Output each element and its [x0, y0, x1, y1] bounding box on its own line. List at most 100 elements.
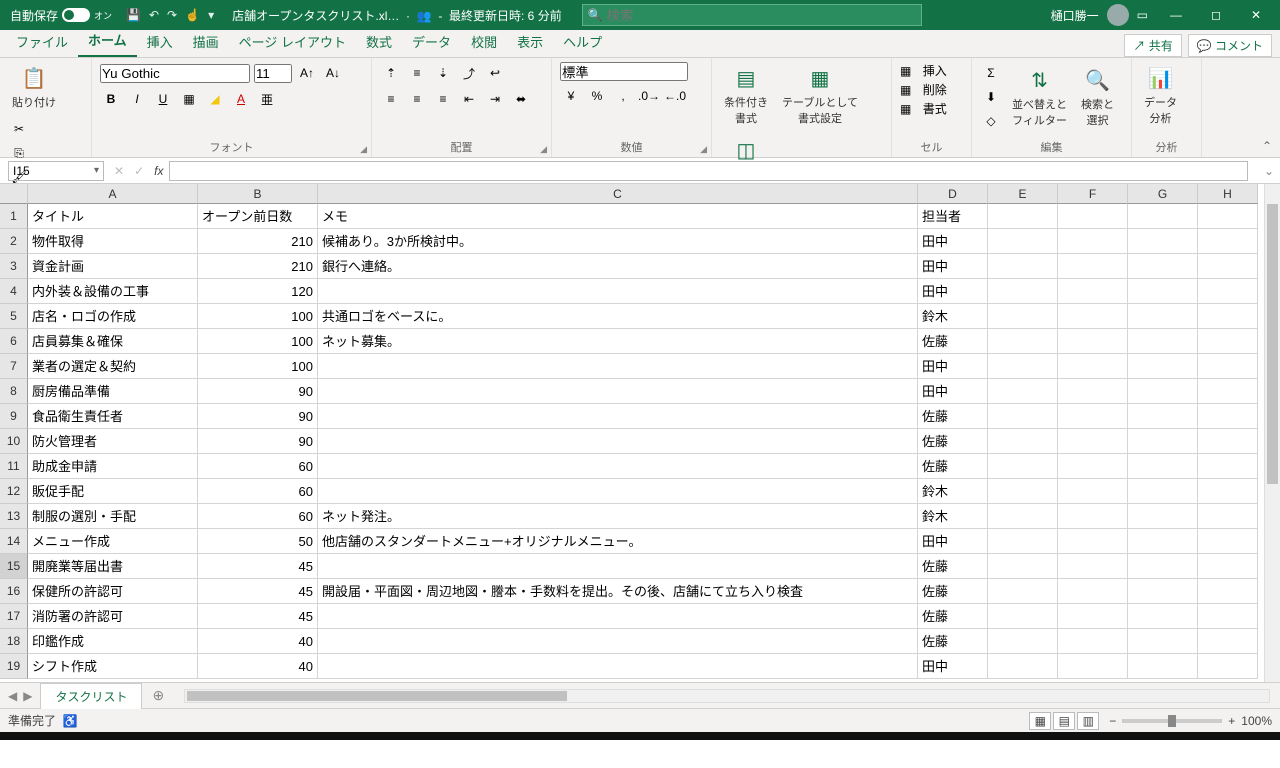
add-sheet-icon[interactable]: ⊕	[142, 687, 174, 704]
cell[interactable]	[1058, 604, 1128, 629]
autosum-icon[interactable]: Σ	[980, 62, 1002, 84]
format-as-table-button[interactable]: ▦テーブルとして 書式設定	[778, 62, 862, 128]
cell[interactable]	[1128, 529, 1198, 554]
cell[interactable]	[988, 254, 1058, 279]
page-break-view-icon[interactable]: ▥	[1077, 712, 1099, 730]
cell[interactable]	[1198, 204, 1258, 229]
cell[interactable]	[1128, 554, 1198, 579]
cell[interactable]	[1198, 379, 1258, 404]
col-header[interactable]: H	[1198, 184, 1258, 204]
cell[interactable]	[1058, 579, 1128, 604]
cell[interactable]	[1198, 479, 1258, 504]
undo-icon[interactable]: ↶	[149, 8, 159, 22]
cell[interactable]	[1128, 204, 1198, 229]
dialog-launcher-icon[interactable]: ◢	[360, 144, 367, 155]
cell[interactable]: 120	[198, 279, 318, 304]
cell[interactable]: 佐藤	[918, 429, 988, 454]
cell[interactable]	[1128, 429, 1198, 454]
cell[interactable]	[1128, 654, 1198, 679]
cell[interactable]	[1198, 579, 1258, 604]
col-header[interactable]: F	[1058, 184, 1128, 204]
cell[interactable]: 210	[198, 229, 318, 254]
accessibility-icon[interactable]: ♿	[63, 714, 78, 728]
comma-icon[interactable]: ,	[612, 85, 634, 107]
col-header[interactable]: D	[918, 184, 988, 204]
tab-review[interactable]: 校閲	[461, 26, 507, 57]
cell[interactable]: メモ	[318, 204, 918, 229]
formula-bar[interactable]	[169, 161, 1247, 181]
cell[interactable]: 担当者	[918, 204, 988, 229]
indent-inc-icon[interactable]: ⇥	[484, 88, 506, 110]
accounting-icon[interactable]: ¥	[560, 85, 582, 107]
clear-icon[interactable]: ◇	[980, 110, 1002, 132]
cell[interactable]	[1058, 329, 1128, 354]
zoom-level[interactable]: 100%	[1241, 714, 1272, 728]
conditional-format-button[interactable]: ▤条件付き 書式	[720, 62, 772, 128]
enter-formula-icon[interactable]: ✓	[134, 164, 144, 178]
cell[interactable]: 40	[198, 654, 318, 679]
increase-decimal-icon[interactable]: .0→	[638, 85, 660, 107]
cell[interactable]: 100	[198, 354, 318, 379]
row-header[interactable]: 17	[0, 604, 28, 629]
cell[interactable]	[1198, 604, 1258, 629]
cell[interactable]: 厨房備品準備	[28, 379, 198, 404]
row-header[interactable]: 2	[0, 229, 28, 254]
cell[interactable]: 40	[198, 629, 318, 654]
cell[interactable]	[988, 204, 1058, 229]
save-icon[interactable]: 💾	[126, 8, 141, 22]
cell[interactable]: 候補あり。3か所検討中。	[318, 229, 918, 254]
cell[interactable]: 45	[198, 579, 318, 604]
col-header[interactable]: C	[318, 184, 918, 204]
cell[interactable]: 物件取得	[28, 229, 198, 254]
cell[interactable]	[1128, 379, 1198, 404]
select-all[interactable]	[0, 184, 28, 204]
close-icon[interactable]: ✕	[1236, 8, 1276, 22]
cell[interactable]: 店名・ロゴの作成	[28, 304, 198, 329]
cell[interactable]	[318, 379, 918, 404]
share-button[interactable]: ↗ 共有	[1124, 34, 1181, 57]
cell[interactable]	[1198, 354, 1258, 379]
cell[interactable]	[988, 554, 1058, 579]
cell[interactable]	[1058, 529, 1128, 554]
cell[interactable]: 45	[198, 604, 318, 629]
row-header[interactable]: 12	[0, 479, 28, 504]
minimize-icon[interactable]: —	[1156, 8, 1196, 22]
cell[interactable]	[1058, 654, 1128, 679]
cell[interactable]	[1058, 504, 1128, 529]
font-name-select[interactable]	[100, 64, 250, 83]
cell[interactable]	[1198, 279, 1258, 304]
row-header[interactable]: 16	[0, 579, 28, 604]
tab-view[interactable]: 表示	[507, 26, 553, 57]
cell[interactable]	[1128, 579, 1198, 604]
cell[interactable]: 銀行へ連絡。	[318, 254, 918, 279]
row-header[interactable]: 11	[0, 454, 28, 479]
cell[interactable]	[1058, 354, 1128, 379]
cell[interactable]	[318, 604, 918, 629]
zoom-out-icon[interactable]: −	[1109, 714, 1116, 728]
name-box[interactable]: I15▾	[8, 161, 104, 181]
dialog-launcher-icon[interactable]: ◢	[700, 144, 707, 155]
touch-mode-icon[interactable]: ☝	[185, 8, 200, 22]
dialog-launcher-icon[interactable]: ◢	[540, 144, 547, 155]
bold-icon[interactable]: B	[100, 88, 122, 110]
cell[interactable]	[1198, 554, 1258, 579]
cell[interactable]	[1128, 454, 1198, 479]
ribbon-display-icon[interactable]: ▭	[1137, 8, 1148, 22]
cell[interactable]	[1128, 629, 1198, 654]
tab-insert[interactable]: 挿入	[137, 26, 183, 57]
align-bottom-icon[interactable]: ⇣	[432, 62, 454, 84]
cell[interactable]	[1058, 479, 1128, 504]
cell[interactable]	[1058, 304, 1128, 329]
cell[interactable]: 他店舗のスタンダートメニュー+オリジナルメニュー。	[318, 529, 918, 554]
page-layout-view-icon[interactable]: ▤	[1053, 712, 1075, 730]
cell[interactable]: 60	[198, 454, 318, 479]
cell[interactable]: 店員募集＆確保	[28, 329, 198, 354]
cell[interactable]: 鈴木	[918, 504, 988, 529]
row-header[interactable]: 4	[0, 279, 28, 304]
col-header[interactable]: A	[28, 184, 198, 204]
cell[interactable]	[318, 354, 918, 379]
cell[interactable]: 60	[198, 504, 318, 529]
decrease-font-icon[interactable]: A↓	[322, 62, 344, 84]
cell[interactable]: タイトル	[28, 204, 198, 229]
sheet-nav-prev-icon[interactable]: ◀	[8, 689, 17, 703]
